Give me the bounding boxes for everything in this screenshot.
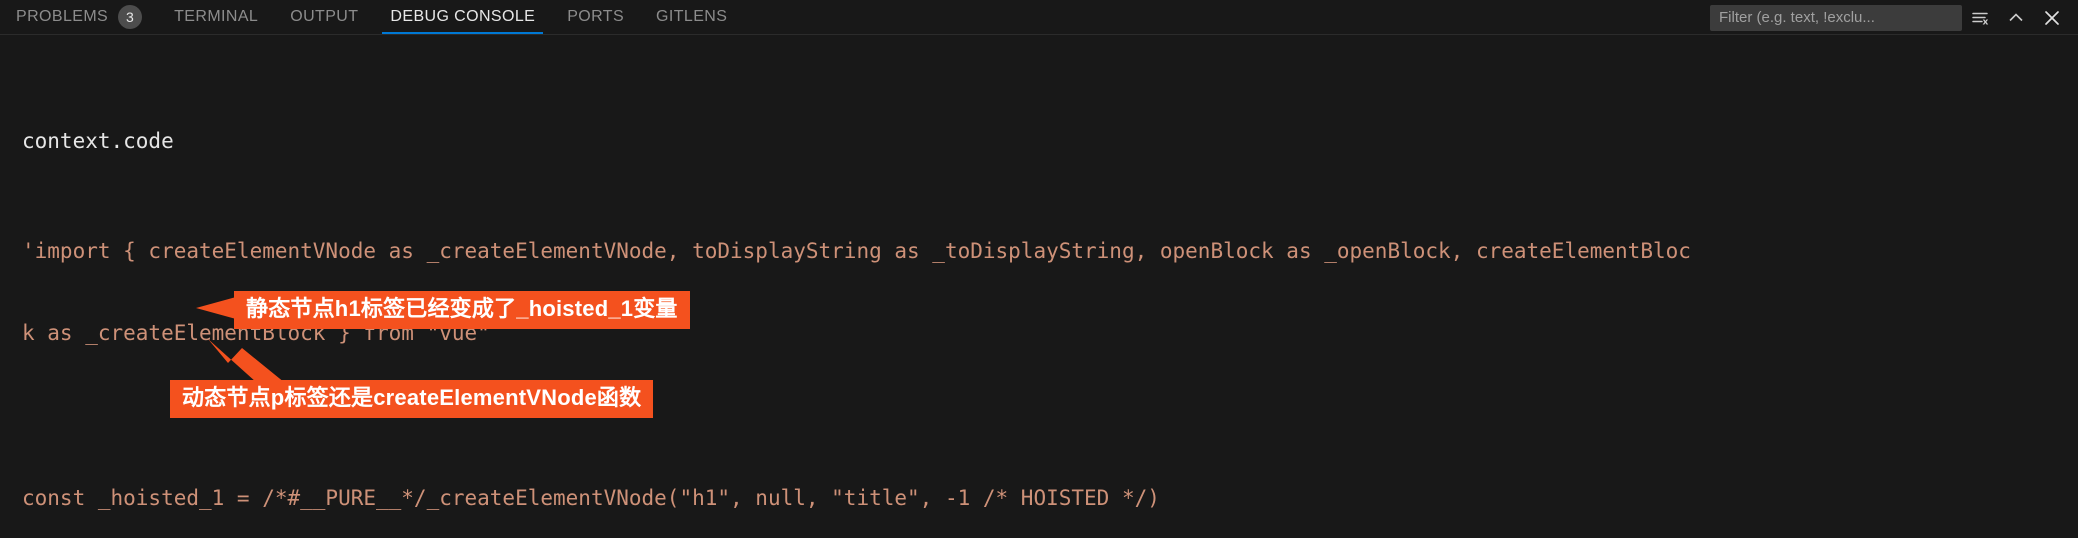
tab-terminal[interactable]: TERMINAL [158, 0, 274, 34]
svg-text:x: x [1983, 17, 1989, 27]
tab-output-label: OUTPUT [290, 8, 359, 25]
clear-console-icon[interactable]: x [1962, 3, 1998, 33]
console-code-line: const _hoisted_1 = /*#__PURE__*/_createE… [22, 486, 1160, 510]
debug-console-output[interactable]: context.code 'import { createElementVNod… [0, 35, 2078, 538]
tab-problems-label: PROBLEMS [16, 8, 109, 25]
tab-ports-label: PORTS [567, 8, 625, 25]
problems-count-badge: 3 [118, 5, 143, 29]
filter-input[interactable] [1710, 4, 1962, 31]
tab-ports[interactable]: PORTS [551, 0, 640, 34]
tab-output[interactable]: OUTPUT [274, 0, 374, 34]
tab-problems[interactable]: PROBLEMS 3 [0, 0, 158, 34]
panel-actions: x [1710, 0, 2078, 35]
annotation-1-arrow [196, 297, 236, 319]
annotation-hoisted-label: 静态节点h1标签已经变成了_hoisted_1变量 [234, 291, 690, 329]
console-expression-label: context.code [22, 128, 174, 153]
tab-debug-console[interactable]: DEBUG CONSOLE [374, 0, 551, 34]
close-icon[interactable] [2034, 3, 2070, 33]
console-code-line: 'import { createElementVNode as _createE… [22, 238, 1691, 263]
tab-gitlens[interactable]: GITLENS [640, 0, 743, 34]
panel-tabbar: PROBLEMS 3 TERMINAL OUTPUT DEBUG CONSOLE… [0, 0, 2078, 35]
chevron-up-icon[interactable] [1998, 3, 2034, 33]
tab-debug-console-label: DEBUG CONSOLE [390, 8, 536, 25]
tab-terminal-label: TERMINAL [174, 8, 259, 25]
tab-gitlens-label: GITLENS [656, 8, 728, 25]
annotation-dynamic-label: 动态节点p标签还是createElementVNode函数 [170, 380, 654, 418]
